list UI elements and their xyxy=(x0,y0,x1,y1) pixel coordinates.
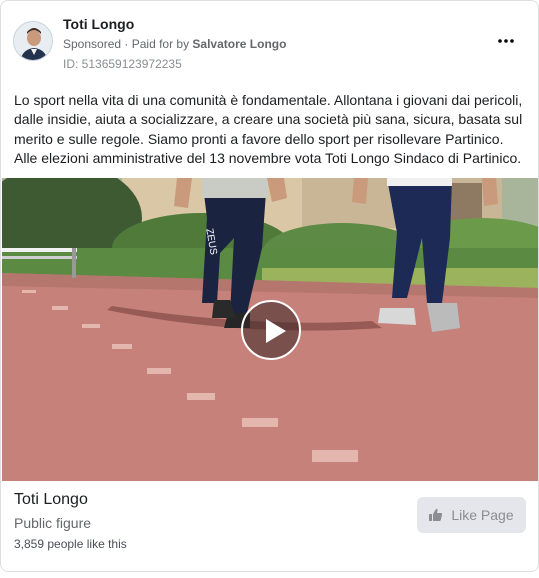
paid-for-name: Salvatore Longo xyxy=(192,37,287,51)
video-player[interactable]: ZEUS xyxy=(2,178,538,481)
ad-card: Toti Longo Sponsored · Paid for by Salva… xyxy=(0,0,539,572)
like-page-label: Like Page xyxy=(451,507,514,523)
post-body: Lo sport nella vita di una comunità è fo… xyxy=(14,92,523,167)
thumbs-up-icon xyxy=(429,508,443,522)
post-header: Toti Longo Sponsored · Paid for by Salva… xyxy=(13,13,526,73)
sponsor-line: Sponsored · Paid for by Salvatore Longo xyxy=(63,35,286,53)
sponsored-label: Sponsored xyxy=(63,37,122,51)
avatar[interactable] xyxy=(13,21,53,61)
ad-id: ID: 513659123972235 xyxy=(63,57,182,71)
post-meta: Toti Longo Sponsored · Paid for by Salva… xyxy=(63,15,286,73)
paid-for-prefix: · Paid for by xyxy=(124,37,193,51)
like-page-button[interactable]: Like Page xyxy=(417,497,526,533)
footer-like-count: 3,859 people like this xyxy=(14,537,127,551)
play-icon[interactable] xyxy=(241,300,301,360)
page-name[interactable]: Toti Longo xyxy=(63,15,286,33)
page-footer: Toti Longo Public figure 3,859 people li… xyxy=(14,485,526,565)
more-horizontal-icon[interactable] xyxy=(496,31,516,51)
